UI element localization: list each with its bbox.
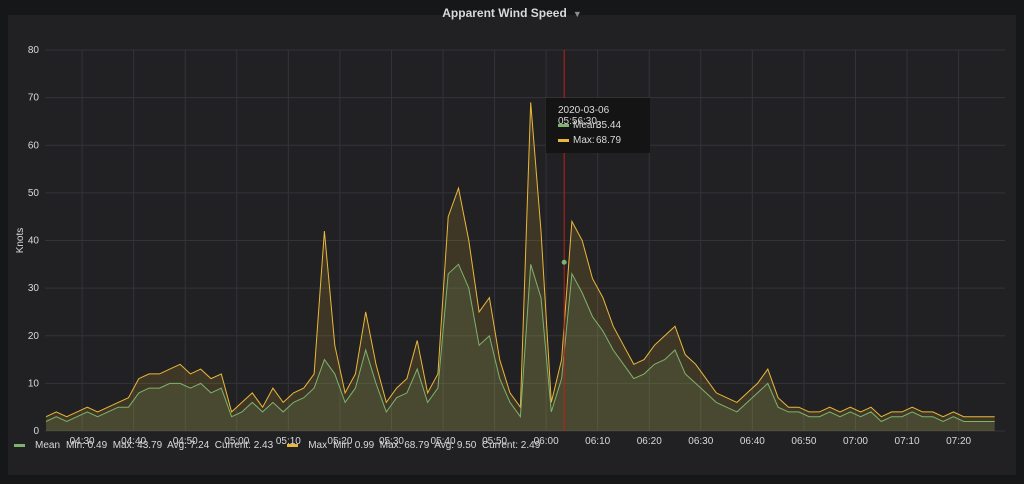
x-tick-label: 07:20: [946, 436, 971, 447]
label: Max:: [573, 135, 595, 146]
legend-stats: Min: 0.49 Max: 43.79 Avg: 7.24 Current: …: [66, 440, 274, 451]
y-tick-label: 60: [28, 140, 40, 151]
tooltip-value-mean: 35.44: [596, 120, 622, 131]
y-tick-label: 70: [28, 93, 40, 104]
y-axis-label: Knots: [15, 228, 26, 254]
x-tick-label: 06:10: [585, 436, 610, 447]
tooltip-row-max: Max:: [558, 135, 595, 146]
cursor-point-mean: [561, 259, 567, 265]
series-line-max: [45, 102, 995, 418]
legend: Mean Min: 0.49 Max: 43.79 Avg: 7.24 Curre…: [14, 440, 550, 451]
tooltip-value-max: 68.79: [596, 135, 622, 146]
legend-item-max[interactable]: Max Min: 0.99 Max: 68.79 Avg: 9.50 Curren…: [287, 440, 540, 451]
y-tick-label: 20: [28, 331, 40, 342]
x-tick-label: 06:40: [740, 436, 765, 447]
tooltip: 2020-03-06 05:56:30 Mean: 35.44 Max: 68.…: [546, 98, 650, 153]
max-swatch-icon: [287, 444, 299, 447]
legend-stats: Min: 0.99 Max: 68.79 Avg: 9.50 Current: …: [333, 440, 541, 451]
y-tick-label: 40: [28, 236, 40, 247]
y-tick-label: 30: [28, 283, 40, 294]
x-tick-label: 07:00: [843, 436, 868, 447]
x-tick-label: 06:50: [791, 436, 816, 447]
legend-name: Mean: [35, 440, 61, 451]
mean-swatch-icon: [14, 444, 25, 447]
mean-swatch-icon: [558, 124, 569, 127]
x-tick-label: 06:30: [688, 436, 713, 447]
y-tick-label: 50: [28, 188, 40, 199]
tooltip-row-mean: Mean:: [558, 120, 601, 131]
y-tick-label: 10: [28, 378, 40, 389]
legend-item-mean[interactable]: Mean Min: 0.49 Max: 43.79 Avg: 7.24 Curre…: [14, 440, 273, 451]
y-tick-label: 0: [33, 426, 39, 437]
line-chart[interactable]: 0102030405060708004:30 04:40 04:50 05:00 05:…: [0, 0, 1024, 484]
x-tick-label: 07:10: [895, 436, 920, 447]
x-tick-label: 06:20: [637, 436, 662, 447]
y-tick-label: 80: [28, 45, 40, 56]
legend-name: Max: [308, 440, 328, 451]
max-swatch-icon: [558, 139, 569, 142]
series-area-max: [46, 102, 995, 432]
